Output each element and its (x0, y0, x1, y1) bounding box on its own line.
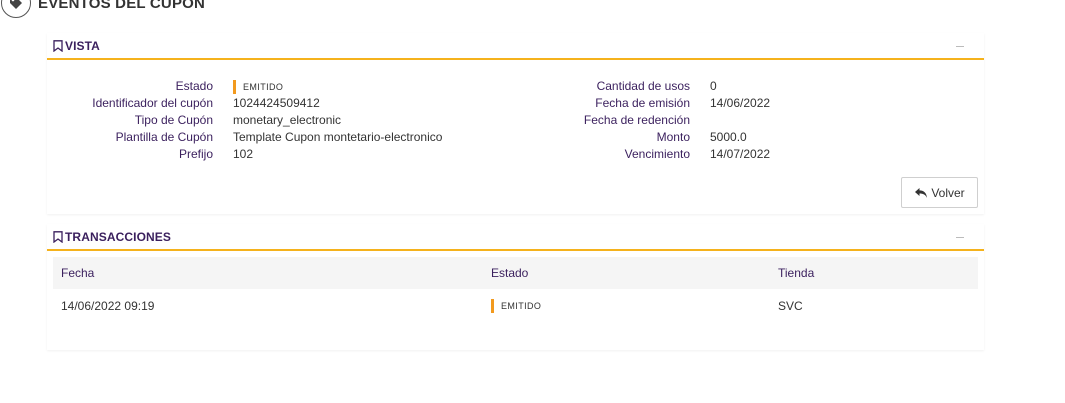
vista-title: VISTA (65, 39, 100, 53)
vista-right-labels: Cantidad de usos Fecha de emisión Fecha … (497, 78, 690, 163)
field-label-estado: Estado (175, 79, 213, 93)
cell-tienda: SVC (778, 299, 803, 313)
volver-button[interactable]: Volver (901, 177, 978, 208)
bookmark-icon (53, 231, 63, 243)
field-value-tipo: monetary_electronic (233, 113, 342, 127)
field-label-fecha-emision: Fecha de emisión (595, 96, 690, 110)
vista-right-values: 0 14/06/2022 5000.0 14/07/2022 (710, 78, 770, 163)
page-title: EVENTOS DEL CUPON (38, 0, 206, 12)
field-label-monto: Monto (656, 130, 690, 144)
field-label-vencimiento: Vencimiento (624, 147, 690, 161)
field-label-identificador: Identificador del cupón (92, 96, 213, 110)
column-header-estado[interactable]: Estado (483, 266, 770, 280)
vista-left-values: EMITIDO 1024424509412 monetary_electroni… (233, 78, 442, 163)
transacciones-table: Fecha Estado Tienda 14/06/2022 09:19 EMI… (53, 257, 978, 323)
bookmark-icon (53, 40, 63, 52)
field-label-prefijo: Prefijo (178, 147, 213, 161)
field-label-cantidad-usos: Cantidad de usos (596, 79, 690, 93)
column-header-tienda[interactable]: Tienda (770, 266, 978, 280)
collapse-transacciones-button[interactable] (956, 237, 964, 238)
reply-icon (915, 187, 928, 198)
tag-icon (1, 0, 31, 18)
field-value-prefijo: 102 (233, 147, 254, 161)
cell-fecha: 14/06/2022 09:19 (61, 299, 155, 313)
vista-panel-header: VISTA (47, 33, 984, 60)
column-header-fecha[interactable]: Fecha (53, 266, 483, 280)
field-label-fecha-redencion: Fecha de redención (583, 113, 690, 127)
field-label-plantilla: Plantilla de Cupón (115, 130, 213, 144)
field-value-fecha-emision: 14/06/2022 (710, 96, 771, 110)
volver-label: Volver (931, 185, 965, 200)
status-badge: EMITIDO (491, 299, 541, 314)
transacciones-panel-header: TRANSACCIONES (47, 224, 984, 251)
page-header: EVENTOS DEL CUPON (0, 0, 206, 18)
vista-left-labels: Estado Identificador del cupón Tipo de C… (47, 78, 213, 163)
transacciones-title: TRANSACCIONES (65, 230, 171, 244)
field-value-estado: EMITIDO (233, 78, 442, 95)
field-value-identificador: 1024424509412 (233, 96, 320, 110)
transacciones-panel: TRANSACCIONES Fecha Estado Tienda 14/06/… (47, 224, 984, 350)
field-value-monto: 5000.0 (710, 130, 747, 144)
field-value-fecha-redencion (710, 112, 770, 129)
status-badge: EMITIDO (233, 79, 283, 94)
table-row[interactable]: 14/06/2022 09:19 EMITIDO SVC (53, 289, 978, 323)
table-header-row: Fecha Estado Tienda (53, 257, 978, 289)
field-value-plantilla: Template Cupon montetario-electronico (233, 130, 443, 144)
cell-estado: EMITIDO (483, 299, 770, 314)
field-value-cantidad-usos: 0 (710, 79, 717, 93)
vista-panel: VISTA Estado Identificador del cupón Tip… (47, 33, 984, 214)
collapse-vista-button[interactable] (956, 46, 964, 47)
field-label-tipo: Tipo de Cupón (134, 113, 213, 127)
field-value-vencimiento: 14/07/2022 (710, 147, 771, 161)
